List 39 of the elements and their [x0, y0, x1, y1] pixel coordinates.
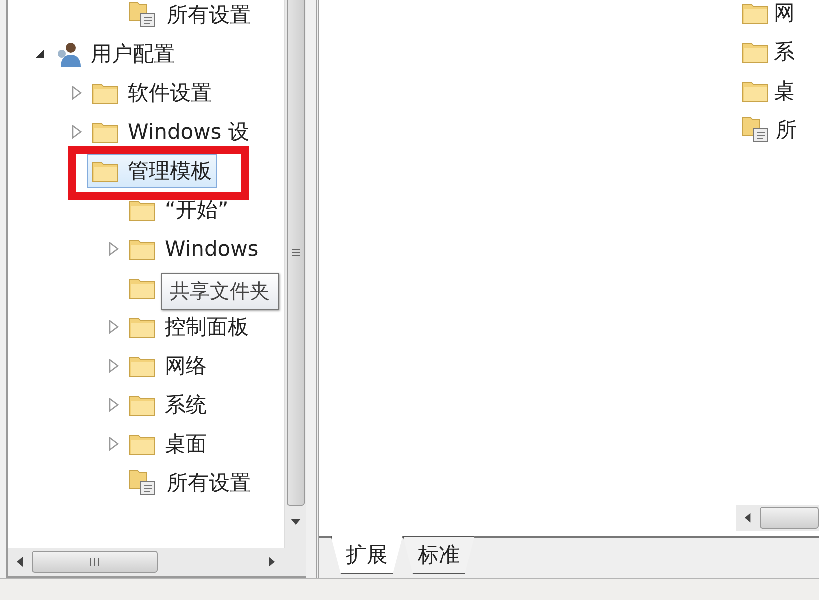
tree-item[interactable]: Windows	[124, 234, 264, 264]
grip-icon	[90, 558, 100, 566]
expanded-triangle-icon[interactable]	[35, 48, 45, 58]
collapsed-triangle-icon[interactable]	[109, 242, 119, 256]
vertical-scrollbar[interactable]	[284, 0, 306, 548]
scrollbar-thumb[interactable]	[286, 0, 304, 506]
horizontal-scrollbar[interactable]	[8, 548, 284, 576]
tooltip: 共享文件夹	[161, 273, 279, 310]
list-item[interactable]: 所	[741, 112, 802, 146]
left-arrow-icon[interactable]	[16, 556, 24, 568]
tree-item[interactable]: 桌面	[124, 426, 212, 460]
collapsed-triangle-icon[interactable]	[72, 124, 82, 138]
left-arrow-icon[interactable]	[744, 512, 752, 524]
collapsed-triangle-icon[interactable]	[109, 320, 119, 334]
horizontal-scrollbar[interactable]	[736, 505, 819, 531]
scrollbar-thumb[interactable]	[760, 507, 819, 529]
tree-item[interactable]: 所有设置	[124, 0, 256, 32]
tree-item[interactable]: Windows 设	[87, 114, 254, 148]
tab[interactable]: 扩展	[331, 536, 403, 574]
tree-item[interactable]: 软件设置	[87, 76, 217, 110]
tree-item[interactable]: 控制面板	[124, 310, 254, 344]
collapsed-triangle-icon[interactable]	[109, 398, 119, 412]
collapsed-triangle-icon[interactable]	[109, 358, 119, 372]
scrollbar-thumb[interactable]	[32, 551, 158, 573]
tree-item[interactable]: “开始”	[124, 192, 234, 226]
tree-item[interactable]: 管理模板	[87, 154, 217, 188]
down-arrow-icon[interactable]	[290, 518, 302, 526]
tree-item[interactable]: 所有设置	[124, 466, 256, 500]
tree-item[interactable]: 用户配置	[50, 36, 180, 70]
collapsed-triangle-icon[interactable]	[72, 86, 82, 100]
tree-item[interactable]: 系统	[124, 388, 212, 422]
collapsed-triangle-icon[interactable]	[109, 436, 119, 450]
right-arrow-icon[interactable]	[268, 556, 276, 568]
grip-icon	[292, 248, 300, 256]
list-item[interactable]: 桌	[741, 74, 800, 108]
list-item[interactable]: 系	[741, 34, 800, 68]
tab[interactable]: 标准	[403, 536, 475, 574]
tree-item[interactable]: 网络	[124, 348, 212, 382]
list-item[interactable]: 网	[741, 0, 800, 30]
